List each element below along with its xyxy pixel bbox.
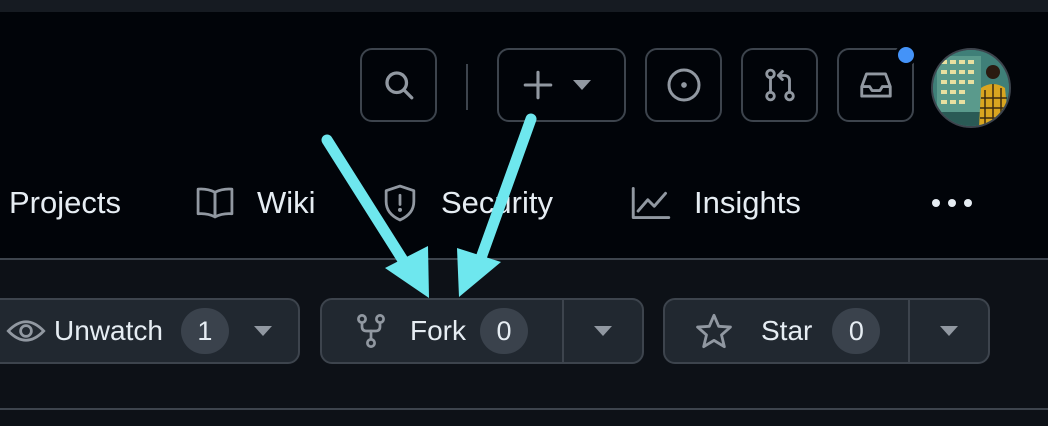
triangle-down-icon bbox=[573, 80, 591, 90]
fork-dropdown[interactable] bbox=[562, 300, 642, 362]
unwatch-dropdown[interactable] bbox=[254, 300, 272, 362]
issue-opened-icon bbox=[667, 68, 700, 102]
tab-wiki-label: Wiki bbox=[257, 185, 316, 220]
triangle-down-icon bbox=[254, 326, 272, 336]
search-icon bbox=[384, 71, 413, 100]
git-pull-request-icon bbox=[764, 68, 795, 102]
triangle-down-icon bbox=[940, 326, 958, 336]
search-button[interactable] bbox=[360, 48, 437, 122]
fork-button-group: Fork 0 bbox=[320, 298, 644, 364]
avatar-image bbox=[933, 50, 1009, 126]
unwatch-label: Unwatch bbox=[54, 315, 163, 346]
eye-icon bbox=[6, 320, 46, 342]
star-icon bbox=[696, 313, 732, 349]
fork-label: Fork bbox=[410, 315, 466, 346]
more-tabs-button[interactable] bbox=[930, 150, 996, 256]
unwatch-button[interactable]: Unwatch 1 bbox=[0, 300, 229, 362]
tab-projects-label: Projects bbox=[9, 185, 121, 220]
star-label: Star bbox=[761, 315, 813, 346]
star-button[interactable]: Star 0 bbox=[665, 300, 881, 362]
graph-icon bbox=[631, 187, 671, 219]
tab-security[interactable]: Security bbox=[381, 150, 553, 256]
notification-indicator bbox=[895, 44, 917, 66]
star-button-group: Star 0 bbox=[663, 298, 990, 364]
pull-requests-button[interactable] bbox=[741, 48, 818, 122]
star-count: 0 bbox=[832, 308, 881, 354]
tab-security-label: Security bbox=[441, 185, 553, 220]
fork-button[interactable]: Fork 0 bbox=[322, 300, 528, 362]
header-separator bbox=[466, 64, 468, 110]
star-dropdown[interactable] bbox=[908, 300, 988, 362]
tab-insights[interactable]: Insights bbox=[630, 150, 801, 256]
shield-icon bbox=[384, 184, 416, 222]
issues-button[interactable] bbox=[645, 48, 722, 122]
fork-count: 0 bbox=[480, 308, 528, 354]
inbox-icon bbox=[859, 72, 892, 98]
repo-nav: Projects Wiki Security Insights bbox=[0, 150, 1048, 260]
repo-forked-icon bbox=[357, 314, 385, 348]
repo-actions-bar: Unwatch 1 Fork 0 Star 0 bbox=[0, 260, 1048, 410]
unwatch-button-group: Unwatch 1 bbox=[0, 298, 300, 364]
triangle-down-icon bbox=[594, 326, 612, 336]
kebab-horizontal-icon bbox=[932, 199, 972, 207]
book-icon bbox=[196, 187, 234, 219]
tab-wiki[interactable]: Wiki bbox=[195, 150, 316, 256]
tab-insights-label: Insights bbox=[694, 185, 801, 220]
plus-icon bbox=[523, 70, 553, 100]
header-top-edge bbox=[0, 0, 1048, 12]
user-avatar[interactable] bbox=[931, 48, 1011, 128]
tab-projects[interactable]: Projects bbox=[9, 150, 121, 256]
global-header bbox=[0, 0, 1048, 150]
create-new-button[interactable] bbox=[497, 48, 626, 122]
unwatch-count: 1 bbox=[180, 308, 229, 354]
